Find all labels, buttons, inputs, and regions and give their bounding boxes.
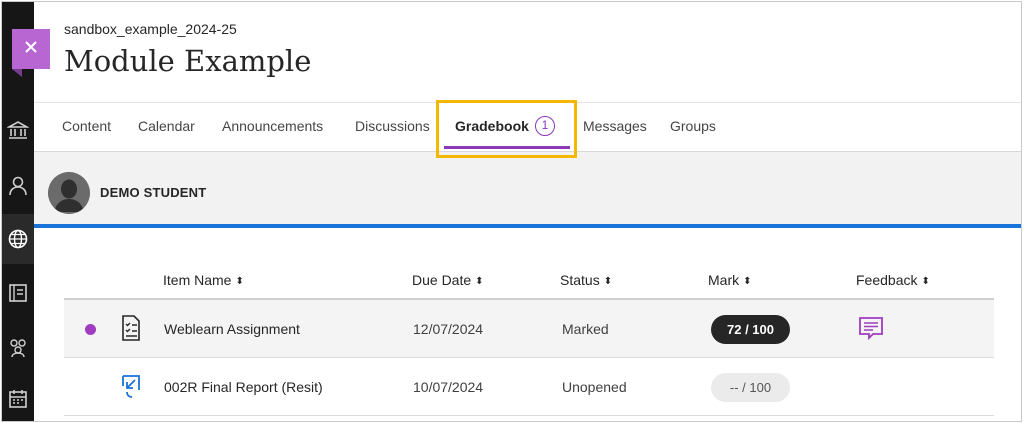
student-name: DEMO STUDENT [100, 185, 207, 200]
close-tab-fold [12, 69, 22, 77]
col-feedback[interactable]: Feedback ⬍ [856, 272, 930, 288]
due-date: 12/07/2024 [413, 321, 484, 337]
due-date: 10/07/2024 [413, 379, 484, 395]
assignment-icon [120, 314, 142, 342]
courses-globe-icon[interactable] [6, 227, 30, 251]
close-course-button[interactable] [12, 29, 50, 77]
sort-icon: ⬍ [603, 276, 613, 287]
groups-icon[interactable] [6, 335, 30, 359]
col-mark-label: Mark [708, 272, 740, 288]
tab-groups[interactable]: Groups [670, 103, 716, 151]
mark-badge[interactable]: 72 / 100 [711, 315, 790, 344]
course-code: sandbox_example_2024-25 [64, 21, 237, 37]
close-icon [24, 40, 38, 59]
sort-icon: ⬍ [475, 276, 484, 287]
student-header: DEMO STUDENT [34, 152, 1021, 228]
mark-badge: -- / 100 [711, 373, 790, 402]
avatar-silhouette-icon [48, 172, 90, 214]
item-name-link[interactable]: Weblearn Assignment [164, 321, 300, 337]
col-feedback-label: Feedback [856, 272, 918, 288]
col-item-name[interactable]: Item Name ⬍ [163, 272, 244, 288]
tab-content[interactable]: Content [62, 103, 111, 151]
organizations-icon[interactable] [6, 281, 30, 305]
gradebook-highlight-box [436, 100, 577, 158]
col-mark[interactable]: Mark ⬍ [708, 272, 752, 288]
feedback-icon[interactable] [858, 315, 884, 341]
course-title: Module Example [64, 44, 312, 78]
profile-icon[interactable] [6, 174, 30, 198]
grades-table-header: Item Name ⬍ Due Date ⬍ Status ⬍ Mark ⬍ Feedb… [64, 264, 994, 300]
col-due-date-label: Due Date [412, 272, 472, 288]
course-page: sandbox_example_2024-25 Module Example C… [1, 1, 1022, 422]
sort-icon: ⬍ [235, 276, 244, 287]
item-name-link[interactable]: 002R Final Report (Resit) [164, 379, 323, 395]
col-item-name-label: Item Name [163, 272, 232, 288]
sort-icon: ⬍ [921, 276, 930, 287]
col-status-label: Status [560, 272, 600, 288]
table-row[interactable]: 002R Final Report (Resit) 10/07/2024 Uno… [64, 358, 994, 416]
table-row[interactable]: Weblearn Assignment 12/07/2024 Marked 72… [64, 300, 994, 358]
tab-messages[interactable]: Messages [583, 103, 647, 151]
col-status[interactable]: Status ⬍ [560, 272, 612, 288]
avatar [48, 172, 90, 214]
tab-announcements[interactable]: Announcements [222, 103, 323, 151]
turnitin-submission-icon [120, 372, 142, 400]
calendar-icon[interactable] [6, 387, 30, 411]
sort-icon: ⬍ [743, 276, 752, 287]
tab-calendar[interactable]: Calendar [138, 103, 195, 151]
new-item-dot [85, 324, 96, 335]
col-due-date[interactable]: Due Date ⬍ [412, 272, 484, 288]
status-text: Marked [562, 321, 609, 337]
tab-discussions[interactable]: Discussions [355, 103, 430, 151]
institution-icon[interactable] [6, 118, 30, 142]
status-text: Unopened [562, 379, 627, 395]
